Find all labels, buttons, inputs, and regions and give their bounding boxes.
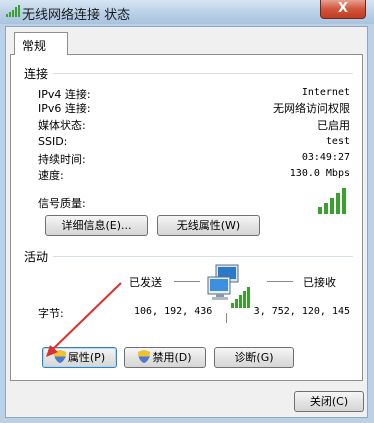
- status-dialog-window: 无线网络连接 状态 X 常规 连接 IPv4 连接: Internet IPv6…: [0, 0, 374, 423]
- tab-general[interactable]: 常规: [14, 32, 68, 55]
- annotation-arrow: [46, 282, 122, 357]
